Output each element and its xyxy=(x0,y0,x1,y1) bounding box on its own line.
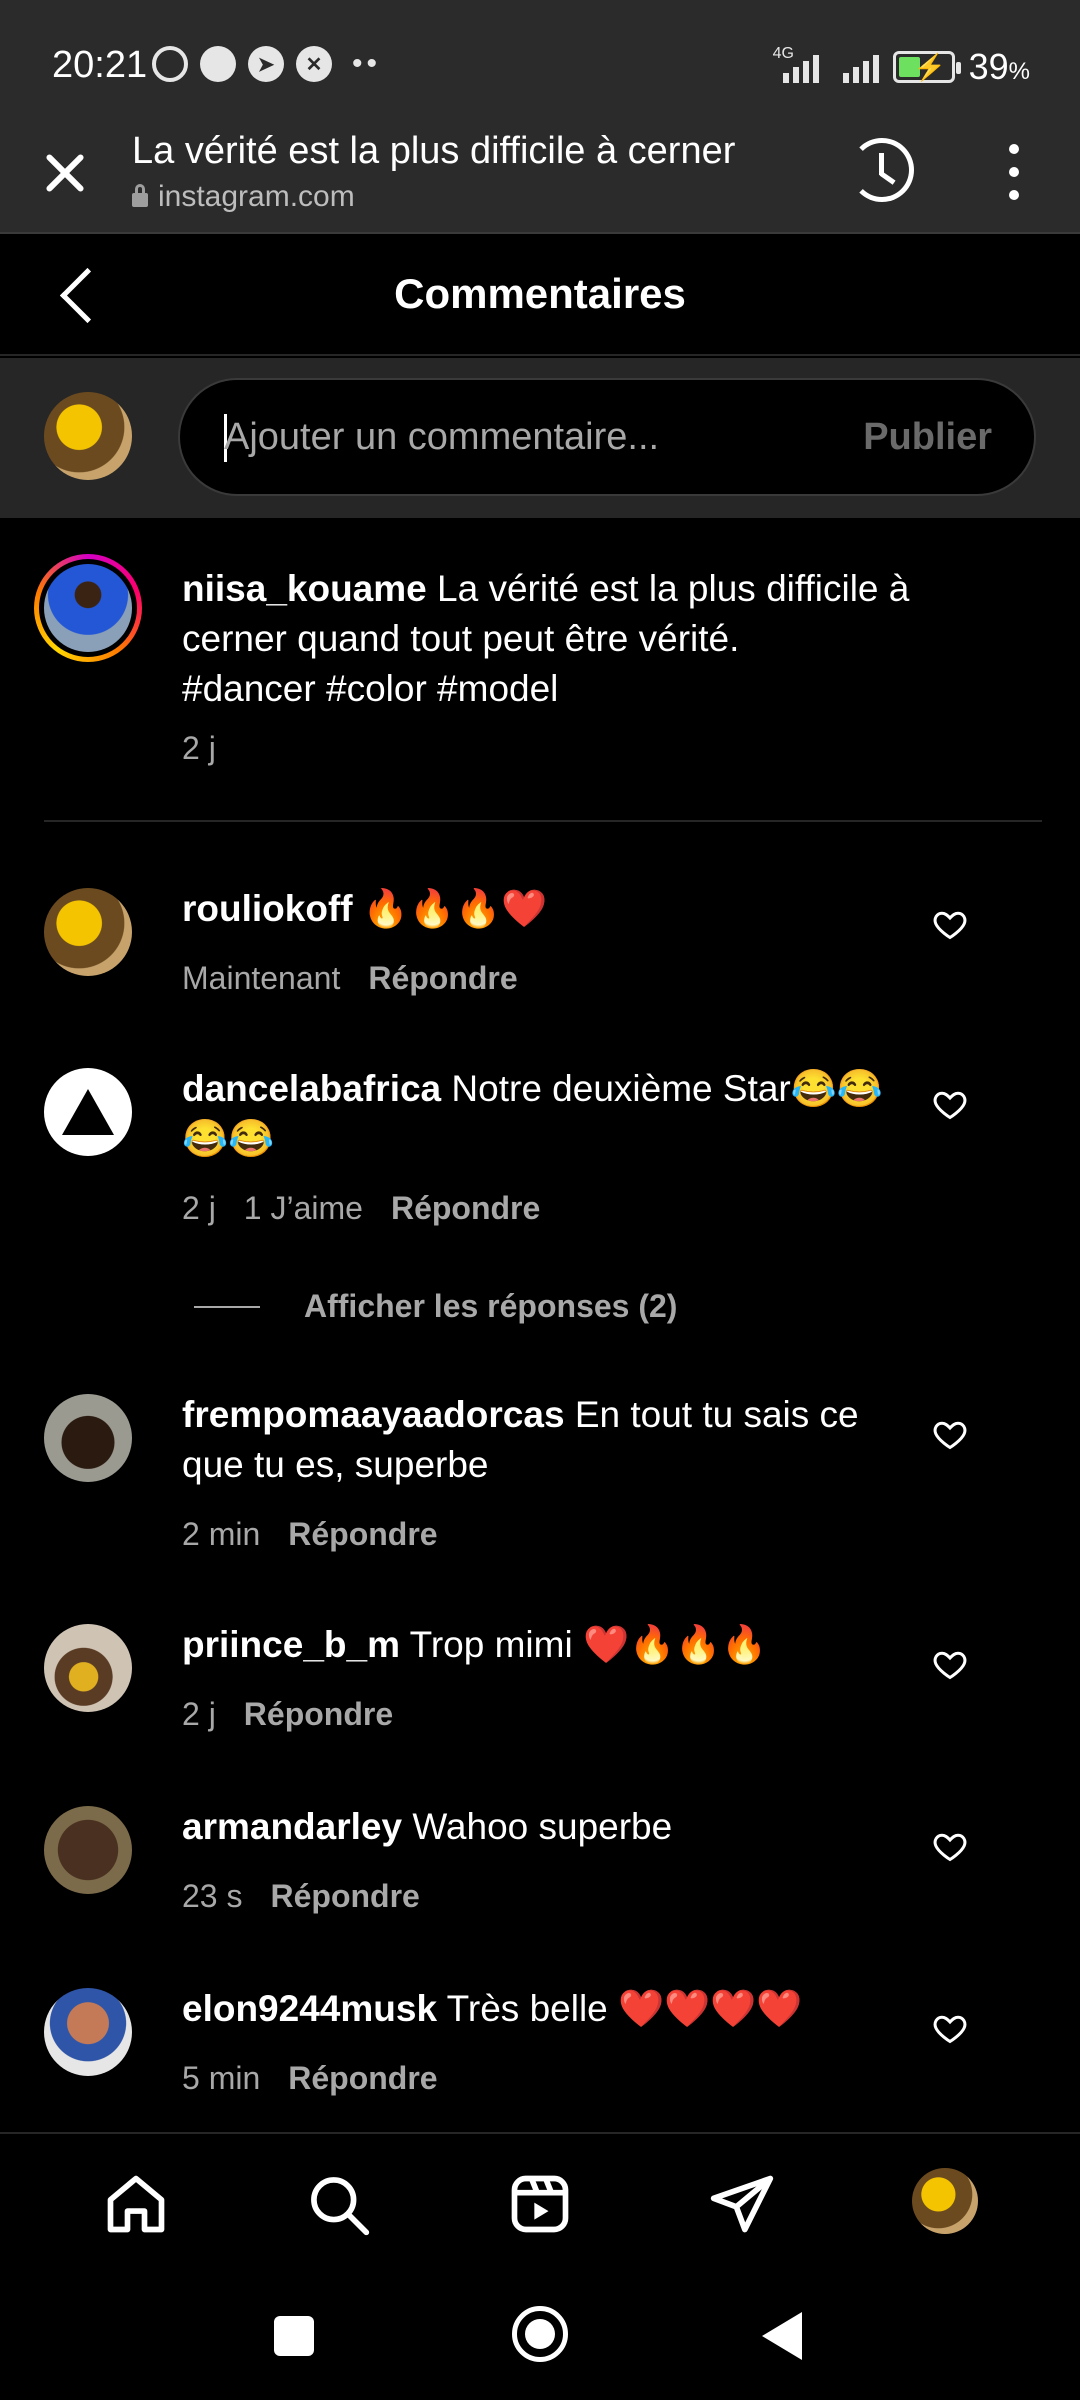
heart-icon[interactable] xyxy=(932,1416,968,1452)
replies-line xyxy=(194,1305,260,1308)
caption-username[interactable]: niisa_kouame xyxy=(182,568,427,609)
system-status: 4G ⚡ 39% xyxy=(773,45,1030,88)
comment-input[interactable]: Ajouter un commentaire... Publier xyxy=(178,378,1036,496)
heart-icon[interactable] xyxy=(932,1828,968,1864)
network-label: 4G xyxy=(772,45,794,62)
reply-button[interactable]: Répondre xyxy=(368,960,517,996)
comment-username[interactable]: priince_b_m xyxy=(182,1624,400,1665)
comment-body: Wahoo superbe xyxy=(412,1806,673,1847)
charging-icon: ⚡ xyxy=(913,52,946,82)
show-replies-button[interactable]: Afficher les réponses (2) xyxy=(194,1288,677,1325)
caption-hashtags[interactable]: #dancer #color #model xyxy=(182,668,558,709)
comment-username[interactable]: rouliokoff xyxy=(182,888,353,929)
more-notifications-icon: •• xyxy=(352,47,382,80)
comment-meta: 5 min Répondre xyxy=(182,2060,466,2097)
heart-icon[interactable] xyxy=(932,1646,968,1682)
comment-time: 23 s xyxy=(182,1878,243,1914)
commenter-avatar[interactable] xyxy=(44,1624,132,1712)
reply-button[interactable]: Répondre xyxy=(288,2060,437,2096)
comment-text: armandarley Wahoo superbe xyxy=(182,1802,902,1852)
comment-placeholder: Ajouter un commentaire... xyxy=(224,416,660,458)
reply-button[interactable]: Répondre xyxy=(244,1696,393,1732)
app-icon: ✕ xyxy=(296,46,332,82)
reply-button[interactable]: Répondre xyxy=(391,1190,540,1226)
browser-toolbar: La vérité est la plus difficile à cerner… xyxy=(0,128,1080,234)
comment-time: 2 j xyxy=(182,1190,216,1226)
status-bar: 20:21 ➤ ✕ •• 4G ⚡ 39% xyxy=(0,0,1080,128)
page-url: instagram.com xyxy=(132,180,355,214)
back-system-button[interactable] xyxy=(762,2312,802,2360)
reply-button[interactable]: Répondre xyxy=(270,1878,419,1914)
comment-username[interactable]: dancelabafrica xyxy=(182,1068,441,1109)
author-avatar[interactable] xyxy=(34,554,142,662)
commenter-avatar[interactable] xyxy=(44,1988,132,2076)
battery-icon: ⚡ xyxy=(892,51,961,83)
comment-time: 2 j xyxy=(182,1696,216,1732)
notification-icons: ➤ ✕ •• xyxy=(152,46,381,82)
comment-username[interactable]: frempomaayaadorcas xyxy=(182,1394,565,1435)
comment-time: 5 min xyxy=(182,2060,261,2096)
comment-composer: Ajouter un commentaire... Publier xyxy=(0,358,1080,518)
alarm-icon xyxy=(152,46,188,82)
battery-percent: 39% xyxy=(968,46,1030,87)
more-options-icon[interactable] xyxy=(1004,144,1024,200)
telegram-icon: ➤ xyxy=(248,46,284,82)
comment-text: elon9244musk Très belle ❤️❤️❤️❤️ xyxy=(182,1984,902,2034)
comment-meta: 2 j Répondre xyxy=(182,1696,421,1733)
commenter-avatar[interactable] xyxy=(44,888,132,976)
comment-text: rouliokoff 🔥🔥🔥❤️ xyxy=(182,884,902,934)
commenter-avatar[interactable] xyxy=(44,1068,132,1156)
my-avatar xyxy=(44,392,132,480)
page-title: La vérité est la plus difficile à cerner xyxy=(132,130,736,172)
divider xyxy=(44,820,1042,822)
post-caption: niisa_kouame La vérité est la plus diffi… xyxy=(0,520,1080,822)
reels-icon[interactable] xyxy=(506,2170,574,2238)
bottom-nav xyxy=(0,2132,1080,2272)
comment-likes[interactable]: 1 J’aime xyxy=(244,1190,363,1226)
home-button[interactable] xyxy=(512,2306,568,2362)
comment-body: Trop mimi ❤️🔥🔥🔥 xyxy=(409,1624,768,1665)
comment-time: 2 min xyxy=(182,1516,261,1552)
header-title: Commentaires xyxy=(394,270,686,317)
comment-username[interactable]: elon9244musk xyxy=(182,1988,437,2029)
comment-username[interactable]: armandarley xyxy=(182,1806,402,1847)
heart-icon[interactable] xyxy=(932,2010,968,2046)
direct-icon[interactable] xyxy=(708,2170,776,2238)
comment-meta: 23 s Répondre xyxy=(182,1878,448,1915)
home-icon[interactable] xyxy=(102,2170,170,2238)
commenter-avatar[interactable] xyxy=(44,1394,132,1482)
commenter-avatar[interactable] xyxy=(44,1806,132,1894)
comment-time: Maintenant xyxy=(182,960,341,996)
comment-meta: 2 j 1 J’aime Répondre xyxy=(182,1190,568,1227)
system-nav-bar xyxy=(0,2272,1080,2400)
reply-button[interactable]: Répondre xyxy=(288,1516,437,1552)
comment-text: frempomaayaadorcas En tout tu sais ce qu… xyxy=(182,1390,902,1490)
heart-icon[interactable] xyxy=(932,1086,968,1122)
comment-meta: Maintenant Répondre xyxy=(182,960,546,997)
search-icon[interactable] xyxy=(304,2170,372,2238)
comment-body: 🔥🔥🔥❤️ xyxy=(362,888,548,929)
comment-text: dancelabafrica Notre deuxième Star😂😂😂😂 xyxy=(182,1064,902,1164)
comments-header: Commentaires xyxy=(0,236,1080,356)
profile-avatar[interactable] xyxy=(912,2168,978,2234)
status-time: 20:21 xyxy=(52,44,148,86)
recents-button[interactable] xyxy=(274,2316,314,2356)
signal-icon: 4G xyxy=(773,45,819,83)
publish-button[interactable]: Publier xyxy=(863,416,992,459)
chat-icon xyxy=(200,46,236,82)
caption-text: niisa_kouame La vérité est la plus diffi… xyxy=(182,564,962,714)
signal-icon-2 xyxy=(833,51,879,83)
lock-icon xyxy=(132,184,148,207)
comment-text: priince_b_m Trop mimi ❤️🔥🔥🔥 xyxy=(182,1620,902,1670)
show-replies-label: Afficher les réponses (2) xyxy=(304,1288,678,1324)
comment-meta: 2 min Répondre xyxy=(182,1516,466,1553)
url-text: instagram.com xyxy=(158,180,355,213)
caption-time: 2 j xyxy=(182,730,216,766)
close-tab-button[interactable] xyxy=(40,148,90,198)
history-icon[interactable] xyxy=(850,138,914,202)
heart-icon[interactable] xyxy=(932,906,968,942)
comment-body: Très belle ❤️❤️❤️❤️ xyxy=(446,1988,803,2029)
